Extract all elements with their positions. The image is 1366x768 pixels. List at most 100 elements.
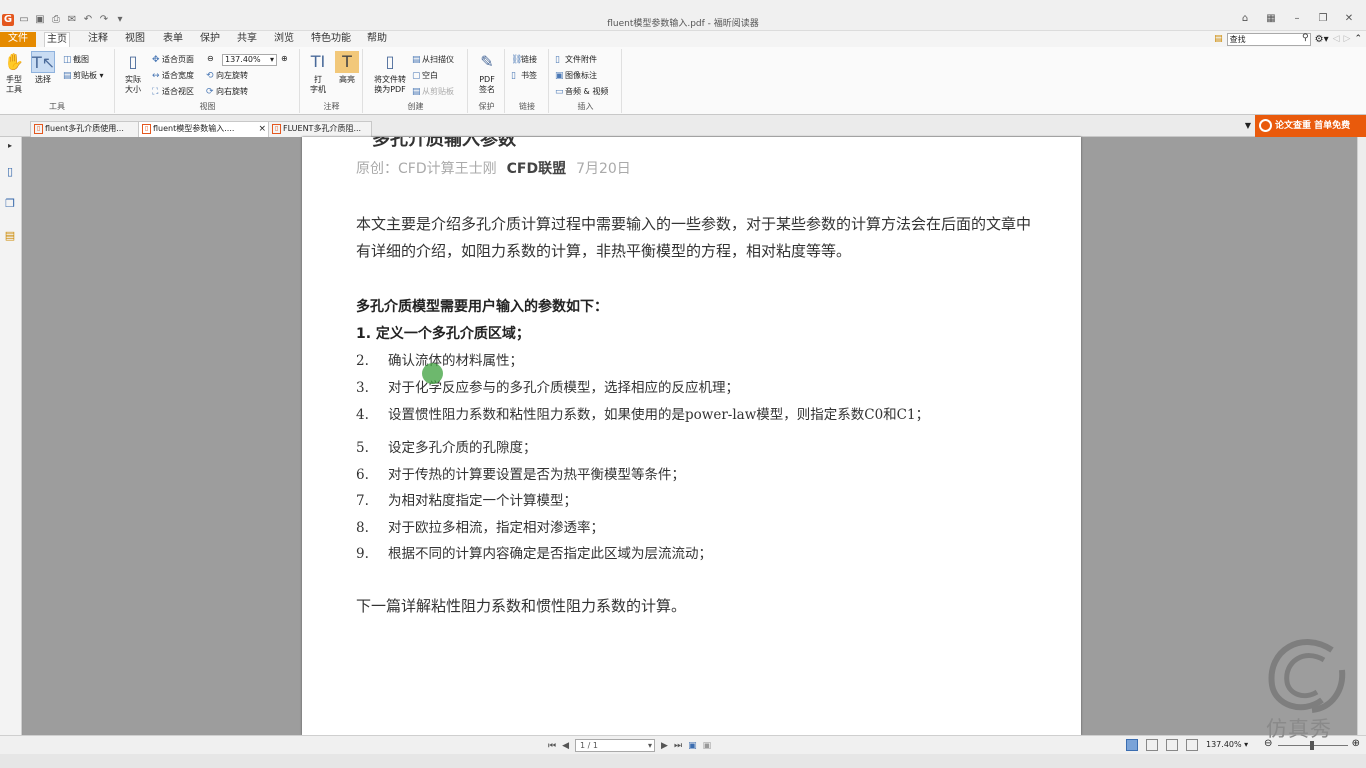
layers-icon[interactable]: ❐ xyxy=(3,197,17,211)
zoom-combo[interactable]: 137.40% ▾ xyxy=(222,54,277,66)
minimize-button[interactable]: – xyxy=(1290,13,1304,24)
continuous-icon[interactable] xyxy=(1146,739,1158,751)
expand-panel-icon[interactable]: ▸ xyxy=(3,141,17,155)
menu-features[interactable]: 特色功能 xyxy=(309,32,353,47)
screenshot-button[interactable]: ◫截图 xyxy=(63,55,89,65)
search-options-icon[interactable]: ▤ xyxy=(1214,34,1223,44)
menu-protect[interactable]: 保护 xyxy=(198,32,222,47)
blank-page-icon: ▢ xyxy=(412,71,421,81)
forward-icon[interactable]: ▷ xyxy=(1344,34,1351,44)
tab-model-params[interactable]: ▯ fluent模型参数输入.... × xyxy=(138,121,270,137)
convert-icon: ▯ xyxy=(385,52,395,71)
select-tool-button[interactable]: T↖ 选择 xyxy=(30,51,56,85)
prev-page-icon[interactable]: ◀ xyxy=(562,741,569,751)
audio-video-button[interactable]: ▭音频 & 视频 xyxy=(555,87,608,97)
group-comment: TI 打 字机 T 高亮 注释 xyxy=(301,49,363,113)
author: 原创：CFD计算王士刚 xyxy=(356,161,497,177)
camera-icon: ◫ xyxy=(63,55,72,65)
facing-icon[interactable] xyxy=(1166,739,1178,751)
promo-banner[interactable]: 论文查重 首单免费 xyxy=(1255,115,1366,137)
menu-file[interactable]: 文件 xyxy=(0,32,36,47)
page-number-field[interactable]: 1 / 1 ▾ xyxy=(575,739,656,752)
closing-line: 下一篇详解粘性阻力系数和惯性阻力系数的计算。 xyxy=(356,597,687,615)
maximize-button[interactable]: ❐ xyxy=(1316,13,1330,24)
tab-list-dropdown-icon[interactable]: ▼ xyxy=(1245,121,1251,130)
back-icon[interactable]: ◁ xyxy=(1333,34,1340,44)
zoom-in-small-icon[interactable]: ⊕ xyxy=(1352,738,1360,749)
menu-comment[interactable]: 注释 xyxy=(86,32,110,47)
hand-tool-button[interactable]: ✋ 手型 工具 xyxy=(1,51,27,95)
pdf-file-icon: ▯ xyxy=(272,124,281,134)
list-item: 6. 对于传热的计算要设置是否为热平衡模型等条件； xyxy=(356,467,685,483)
next-view-icon[interactable]: ▣ xyxy=(703,741,712,751)
menu-form[interactable]: 表单 xyxy=(161,32,185,47)
rotate-left-button[interactable]: ⟲ 向左旋转 xyxy=(206,71,248,81)
highlight-icon: T xyxy=(335,51,359,73)
close-button[interactable]: ✕ xyxy=(1342,13,1356,24)
attachment-icon: ▯ xyxy=(555,55,560,65)
signature-pen-icon: ✎ xyxy=(480,52,494,71)
tab-porous-resistance[interactable]: ▯ FLUENT多孔介质阻... xyxy=(268,121,372,137)
link-button[interactable]: ⛓链接 xyxy=(511,55,537,65)
prev-view-icon[interactable]: ▣ xyxy=(688,741,697,751)
cursor-text-icon: T↖ xyxy=(31,51,56,73)
blank-button[interactable]: ▢空白 xyxy=(412,71,438,81)
grid-icon[interactable]: ▦ xyxy=(1264,13,1278,24)
search-icon[interactable]: ⚲ xyxy=(1302,33,1309,44)
group-protect-label: 保护 xyxy=(478,102,495,111)
from-clipboard-button[interactable]: ▤从剪贴板 xyxy=(412,87,454,97)
image-annotation-button[interactable]: ▣图像标注 xyxy=(555,71,597,81)
zoom-level[interactable]: 137.40% ▾ xyxy=(1206,740,1248,749)
typewriter-button[interactable]: TI 打 字机 xyxy=(305,51,331,95)
typewriter-icon: TI xyxy=(310,52,326,71)
collapse-ribbon-icon[interactable]: ⌃ xyxy=(1354,34,1362,44)
watermark-text: 仿真秀 xyxy=(1266,717,1332,741)
film-icon: ▭ xyxy=(555,87,564,97)
rotate-left-icon: ⟲ xyxy=(206,71,214,81)
next-page-icon[interactable]: ▶ xyxy=(661,741,668,751)
search-input[interactable]: 查找 ⚲ xyxy=(1226,32,1311,46)
menu-share[interactable]: 共享 xyxy=(235,32,259,47)
pdf-file-icon: ▯ xyxy=(34,124,43,134)
list-item: 9. 根据不同的计算内容确定是否指定此区域为层流流动； xyxy=(356,546,712,562)
menu-home[interactable]: 主页 xyxy=(44,32,70,47)
from-scanner-button[interactable]: ▤从扫描仪 xyxy=(412,55,454,65)
settings-icon[interactable]: ⚙▾ xyxy=(1315,34,1329,45)
pdf-sign-button[interactable]: ✎ PDF 签名 xyxy=(474,51,500,95)
fit-visible-button[interactable]: ⛶ 适合视区 xyxy=(152,87,194,97)
close-tab-icon[interactable]: × xyxy=(258,122,266,136)
last-page-icon[interactable]: ⏭ xyxy=(674,741,682,751)
single-page-icon[interactable] xyxy=(1126,739,1138,751)
fit-page-button[interactable]: ✥ 适合页面 xyxy=(152,55,194,65)
rotate-right-button[interactable]: ⟳ 向右旋转 xyxy=(206,87,248,97)
fit-visible-icon: ⛶ xyxy=(152,87,159,97)
zoom-out-icon[interactable]: ⊖ xyxy=(207,54,214,64)
comments-icon[interactable]: ▤ xyxy=(3,229,17,243)
account-name: CFD联盟 xyxy=(506,161,567,177)
clipboard-button[interactable]: ▤剪贴板 ▾ xyxy=(63,71,104,81)
list-item: 8. 对于欧拉多相流，指定相对渗透率； xyxy=(356,520,604,536)
group-insert-label: 插入 xyxy=(577,102,594,111)
status-bar: ⏮ ◀ 1 / 1 ▾ ▶ ⏭ ▣ ▣ 137.40% ▾ ⊖ ⊕ xyxy=(0,735,1366,754)
menu-view[interactable]: 视图 xyxy=(123,32,147,47)
params-heading: 多孔介质模型需要用户输入的参数如下： xyxy=(356,299,608,315)
bookmark-button[interactable]: ▯ 书签 xyxy=(511,71,537,81)
convert-to-pdf-button[interactable]: ▯ 将文件转 换为PDF xyxy=(370,51,410,95)
navigation-panel: ▸ ▯ ❐ ▤ xyxy=(0,137,22,735)
group-tools-label: 工具 xyxy=(49,102,65,111)
menu-help[interactable]: 帮助 xyxy=(365,32,389,47)
continuous-facing-icon[interactable] xyxy=(1186,739,1198,751)
restore-layout-icon[interactable]: ⌂ xyxy=(1238,13,1252,24)
title-bar: G ▭ ▣ ⎙ ✉ ↶ ↷ ▾ fluent模型参数输入.pdf - 福昕阅读器… xyxy=(0,0,1366,31)
file-attachment-button[interactable]: ▯ 文件附件 xyxy=(555,55,597,65)
highlight-button[interactable]: T 高亮 xyxy=(334,51,360,85)
first-page-icon[interactable]: ⏮ xyxy=(548,741,556,751)
byline: 原创：CFD计算王士刚 CFD联盟 7月20日 xyxy=(356,158,631,178)
zoom-in-icon[interactable]: ⊕ xyxy=(281,54,288,64)
fit-width-button[interactable]: ↔ 适合宽度 xyxy=(152,71,194,81)
actual-size-button[interactable]: ▯ 实际 大小 xyxy=(120,51,146,95)
menu-browse[interactable]: 浏览 xyxy=(272,32,296,47)
bottom-strip xyxy=(0,754,1366,768)
vertical-scrollbar[interactable] xyxy=(1357,137,1366,735)
page-thumbnails-icon[interactable]: ▯ xyxy=(3,165,17,179)
